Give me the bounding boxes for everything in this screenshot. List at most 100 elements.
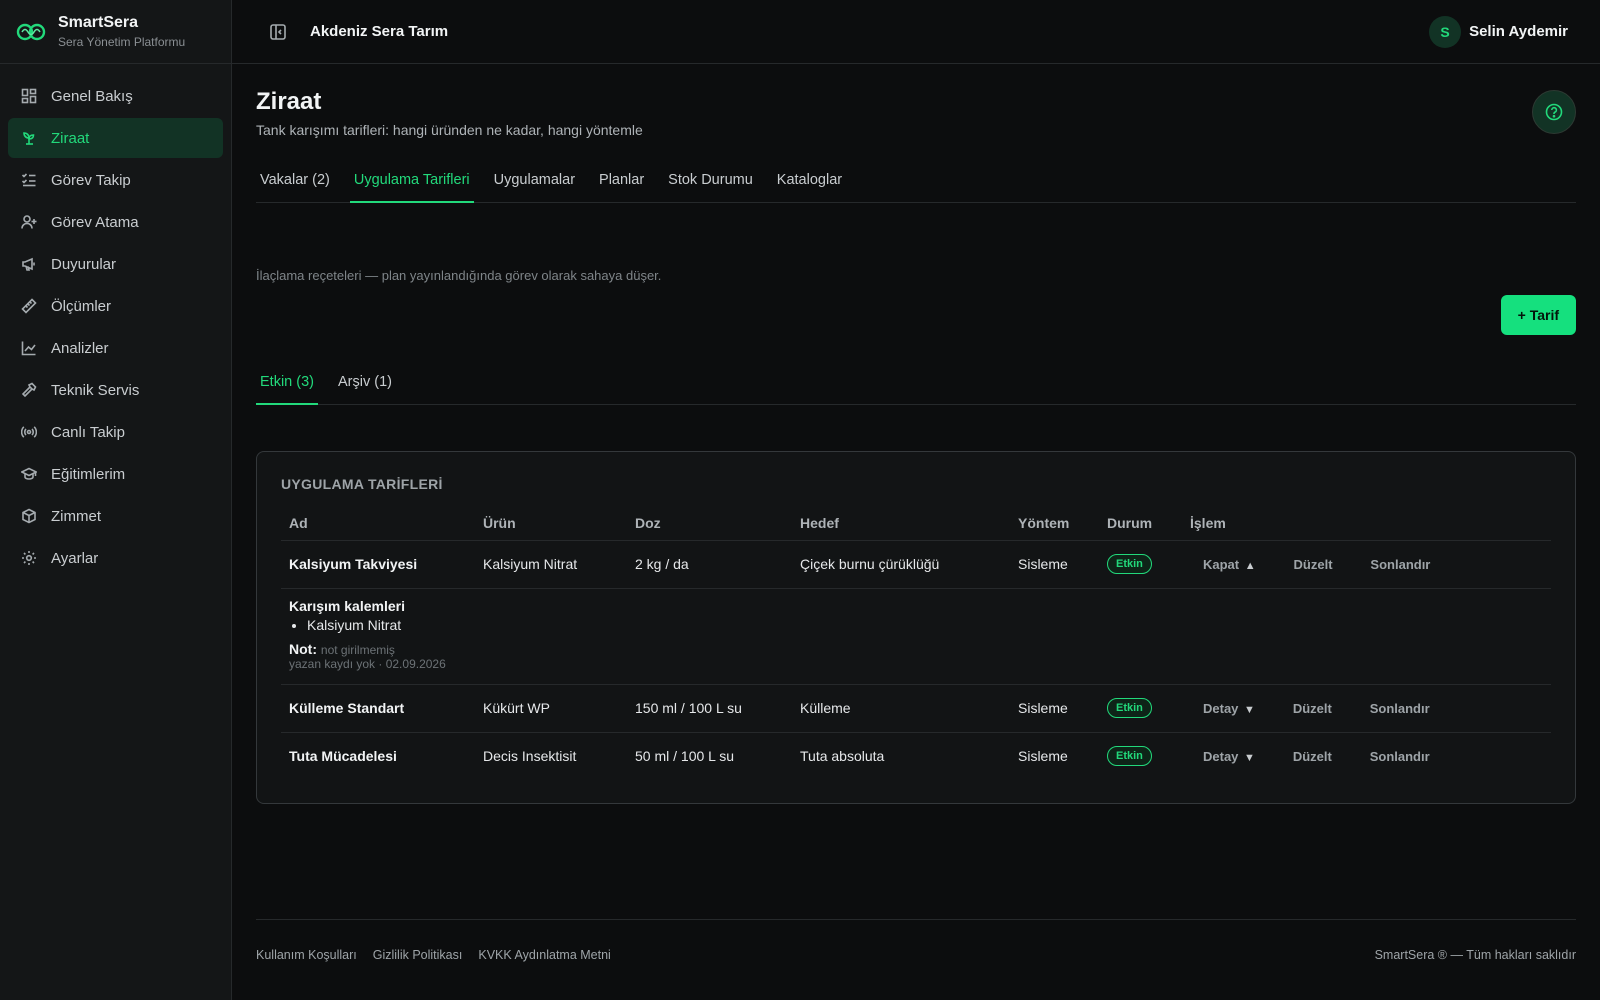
column-header-hedef: Hedef <box>792 506 1010 541</box>
organization-name: Akdeniz Sera Tarım <box>310 23 449 40</box>
user-name[interactable]: Selin Aydemir <box>1469 23 1568 40</box>
hammer-icon <box>21 382 37 398</box>
sidebar-item-label: Eğitimlerim <box>51 465 126 483</box>
status-badge: Etkin <box>1107 746 1152 767</box>
add-recipe-button[interactable]: + Tarif <box>1500 295 1576 335</box>
radio-icon <box>21 424 37 440</box>
topbar: Akdeniz Sera Tarım S Selin Aydemir <box>232 0 1600 64</box>
detail-button[interactable]: Detay ▼ <box>1203 701 1255 716</box>
detail-label: Detay <box>1203 701 1239 716</box>
tab-etkin[interactable]: Etkin (3) <box>256 362 318 405</box>
recipe-dose: 150 ml / 100 L su <box>627 684 792 733</box>
status-tabs: Etkin (3) Arşiv (1) <box>256 362 1576 405</box>
brand: SmartSera Sera Yönetim Platformu <box>0 0 231 64</box>
tab-stok-durumu[interactable]: Stok Durumu <box>664 160 757 203</box>
finish-button[interactable]: Sonlandır <box>1370 701 1430 716</box>
mix-items-list: Kalsiyum Nitrat <box>289 617 1543 633</box>
chevron-down-icon: ▼ <box>1244 752 1255 765</box>
column-header-yontem: Yöntem <box>1010 506 1099 541</box>
tab-planlar[interactable]: Planlar <box>595 160 648 203</box>
sidebar-item-label: Ayarlar <box>51 549 99 567</box>
edit-button[interactable]: Düzelt <box>1293 701 1332 716</box>
dashboard-icon <box>21 88 37 104</box>
tab-uygulama-tarifleri[interactable]: Uygulama Tarifleri <box>349 160 474 203</box>
sidebar-item-analizler[interactable]: Analizler <box>8 328 223 368</box>
sidebar-item-olcumler[interactable]: Ölçümler <box>8 286 223 326</box>
finish-button[interactable]: Sonlandır <box>1370 749 1430 764</box>
sidebar-item-label: Teknik Servis <box>51 381 140 399</box>
ruler-icon <box>21 298 37 314</box>
sidebar-item-gorev-takip[interactable]: Görev Takip <box>8 160 223 200</box>
user-menu[interactable]: S Selin Aydemir <box>1429 15 1568 48</box>
recipe-dose: 50 ml / 100 L su <box>635 748 735 765</box>
recipe-name: Külleme Standart <box>281 684 475 733</box>
sidebar: SmartSera Sera Yönetim Platformu Genel B… <box>0 0 232 1000</box>
table-row: Tuta Mücadelesi Decis Insektisit 50 ml /… <box>281 732 1551 780</box>
tab-vakalar[interactable]: Vakalar (2) <box>256 160 334 203</box>
sidebar-item-label: Canlı Takip <box>51 423 125 441</box>
page-title: Ziraat <box>256 88 322 115</box>
mix-items-heading: Karışım kalemleri <box>289 597 405 614</box>
sidebar-item-teknik-servis[interactable]: Teknik Servis <box>8 370 223 410</box>
sprout-icon <box>21 130 37 146</box>
megaphone-icon <box>21 256 37 272</box>
sidebar-item-ziraat[interactable]: Ziraat <box>8 118 223 158</box>
sidebar-toggle-icon[interactable] <box>268 22 288 42</box>
table-row: Külleme Standart Kükürt WP 150 ml / 100 … <box>281 684 1551 733</box>
finish-button[interactable]: Sonlandır <box>1370 557 1430 572</box>
sidebar-item-zimmet[interactable]: Zimmet <box>8 496 223 536</box>
note-line: Not: not girilmemiş <box>289 641 1543 657</box>
tab-uygulamalar[interactable]: Uygulamalar <box>490 160 579 203</box>
sidebar-item-egitimlerim[interactable]: Eğitimlerim <box>8 454 223 494</box>
recipe-name: Tuta Mücadelesi <box>289 748 397 765</box>
column-header-doz: Doz <box>627 506 792 541</box>
section-description: İlaçlama reçeteleri — plan yayınlandığın… <box>256 268 662 283</box>
recipe-target: Külleme <box>792 684 1010 733</box>
sidebar-item-gorev-atama[interactable]: Görev Atama <box>8 202 223 242</box>
footer-links: Kullanım Koşulları Gizlilik Politikası K… <box>256 948 627 962</box>
copyright: SmartSera ® — Tüm hakları saklıdır <box>1374 948 1576 962</box>
sidebar-item-genel-bakis[interactable]: Genel Bakış <box>8 76 223 116</box>
actions-cell: Kapat ▲ Düzelt Sonlandır <box>1182 540 1551 589</box>
help-button[interactable] <box>1532 90 1576 134</box>
sidebar-item-canli-takip[interactable]: Canlı Takip <box>8 412 223 452</box>
main-tabs: Vakalar (2) Uygulama Tarifleri Uygulamal… <box>256 160 1576 203</box>
tab-arsiv[interactable]: Arşiv (1) <box>334 362 396 405</box>
recipe-dose: 2 kg / da <box>627 540 792 589</box>
sidebar-item-label: Genel Bakış <box>51 87 133 105</box>
gear-icon <box>21 550 37 566</box>
table-header-row: Ad Ürün Doz Hedef Yöntem Durum İşlem <box>281 506 1551 541</box>
recipe-product: Kalsiyum Nitrat <box>475 540 627 589</box>
footer-link-terms[interactable]: Kullanım Koşulları <box>256 948 357 962</box>
recipes-table: Ad Ürün Doz Hedef Yöntem Durum İşlem Kal… <box>281 506 1551 780</box>
detail-label: Detay <box>1203 749 1239 765</box>
sidebar-item-label: Zimmet <box>51 507 101 525</box>
sidebar-item-ayarlar[interactable]: Ayarlar <box>8 538 223 578</box>
column-header-islem: İşlem <box>1182 506 1551 541</box>
card-title: UYGULAMA TARİFLERİ <box>281 476 443 492</box>
sidebar-nav: Genel Bakış Ziraat Görev Takip Görev Ata… <box>0 64 231 592</box>
avatar[interactable]: S <box>1429 15 1462 48</box>
column-header-urun: Ürün <box>475 506 627 541</box>
recipe-detail-row: Karışım kalemleri Kalsiyum Nitrat Not: n… <box>281 588 1551 685</box>
sidebar-item-duyurular[interactable]: Duyurular <box>8 244 223 284</box>
status-cell: Etkin <box>1099 540 1182 589</box>
table-row: Kalsiyum Takviyesi Kalsiyum Nitrat 2 kg … <box>281 540 1551 589</box>
recipe-target: Tuta absoluta <box>800 748 885 765</box>
status-badge: Etkin <box>1107 554 1152 574</box>
actions-cell: Detay ▼ Düzelt Sonlandır <box>1182 684 1551 733</box>
sidebar-item-label: Görev Atama <box>51 213 139 231</box>
collapse-button[interactable]: Kapat ▲ <box>1203 557 1256 572</box>
detail-button[interactable]: Detay ▼ <box>1203 749 1255 764</box>
graduation-cap-icon <box>21 466 37 482</box>
tab-kataloglar[interactable]: Kataloglar <box>773 160 846 203</box>
note-value: not girilmemiş <box>320 642 395 657</box>
recipe-method: Sisleme <box>1010 540 1099 589</box>
sidebar-item-label: Görev Takip <box>51 171 131 189</box>
footer-link-privacy[interactable]: Gizlilik Politikası <box>373 948 463 962</box>
footer-link-kvkk[interactable]: KVKK Aydınlatma Metni <box>478 948 610 962</box>
edit-button[interactable]: Düzelt <box>1294 557 1333 572</box>
sidebar-item-label: Duyurular <box>51 255 117 273</box>
main-content: Ziraat Tank karışımı tarifleri: hangi ür… <box>256 64 1576 1000</box>
edit-button[interactable]: Düzelt <box>1293 749 1332 764</box>
